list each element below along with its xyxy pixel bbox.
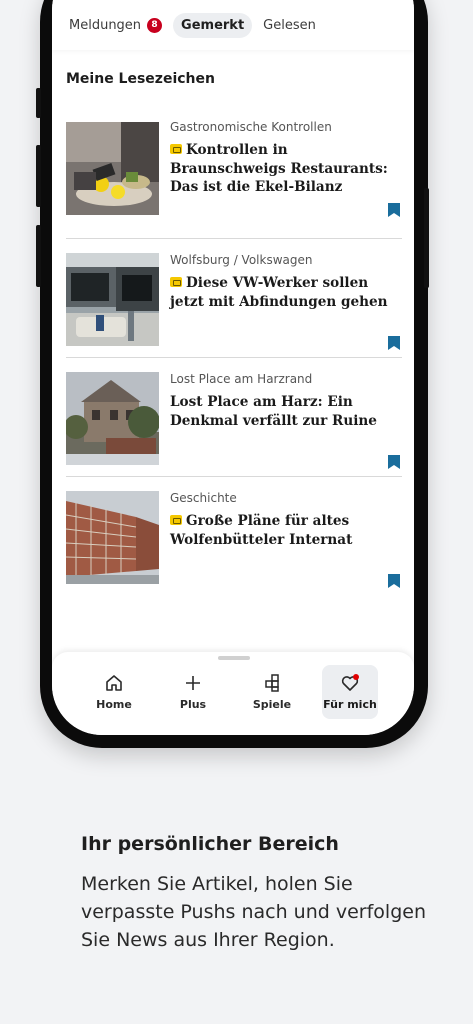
nav-label: Für mich — [323, 698, 377, 711]
bookmark-icon[interactable] — [388, 336, 400, 350]
article-headline: Lost Place am Harz: Ein Denkmal verfällt… — [170, 393, 398, 430]
heart-icon — [341, 674, 359, 691]
nav-label: Spiele — [252, 698, 292, 711]
tab-gelesen[interactable]: Gelesen — [258, 13, 321, 38]
article-kicker: Wolfsburg / Volkswagen — [170, 253, 313, 267]
bottom-navigation: Home Plus Spiele Für mich — [52, 652, 414, 735]
ruined-house-photo — [66, 372, 159, 465]
article-item[interactable]: Gastronomische Kontrollen Kontrollen in … — [66, 120, 402, 239]
section-title: Meine Lesezeichen — [66, 71, 215, 87]
volume-button — [36, 88, 41, 118]
nav-fuer-mich[interactable]: Für mich — [322, 665, 378, 719]
plus-icon — [186, 676, 200, 690]
restaurant-kitchen-photo — [66, 122, 159, 215]
tab-label: Meldungen — [69, 17, 142, 33]
article-kicker: Gastronomische Kontrollen — [170, 120, 332, 134]
tab-label: Gemerkt — [181, 17, 245, 33]
tab-meldungen[interactable]: Meldungen 8 — [64, 13, 167, 38]
bookmark-icon[interactable] — [388, 455, 400, 469]
article-kicker: Geschichte — [170, 491, 237, 505]
tab-bar: Meldungen 8 Gemerkt Gelesen — [52, 0, 414, 50]
nav-label: Home — [96, 698, 132, 711]
volume-up-button — [36, 145, 41, 207]
tab-gemerkt[interactable]: Gemerkt — [173, 12, 253, 38]
promo-description: Merken Sie Artikel, holen Sie verpasste … — [81, 873, 426, 951]
notification-badge: 8 — [147, 17, 163, 33]
plus-badge-icon — [170, 144, 182, 154]
plus-badge-icon — [170, 277, 182, 287]
bookmark-icon[interactable] — [388, 203, 400, 217]
article-item[interactable]: Lost Place am Harzrand Lost Place am Har… — [66, 358, 402, 477]
headline-text: Große Pläne für altes Wolfenbütteler Int… — [170, 513, 353, 548]
article-headline: Große Pläne für altes Wolfenbütteler Int… — [170, 512, 398, 549]
headline-text: Kontrollen in Braunschweigs Restaurants:… — [170, 142, 388, 195]
scaffolded-building-photo — [66, 491, 159, 584]
volume-down-button — [36, 225, 41, 287]
headline-text: Lost Place am Harz: Ein Denkmal verfällt… — [170, 394, 377, 429]
headline-text: Diese VW-Werker sollen jetzt mit Abfindu… — [170, 275, 388, 310]
phone-screen: Meldungen 8 Gemerkt Gelesen Meine Leseze… — [52, 0, 414, 735]
bookmark-list: Gastronomische Kontrollen Kontrollen in … — [66, 120, 402, 596]
bookmark-icon[interactable] — [388, 574, 400, 588]
nav-plus[interactable]: Plus — [165, 665, 221, 719]
car-factory-photo — [66, 253, 159, 346]
tab-label: Gelesen — [263, 17, 316, 33]
nav-spiele[interactable]: Spiele — [244, 665, 300, 719]
promo-title: Ihr persönlicher Bereich — [81, 833, 339, 855]
puzzle-icon — [265, 674, 279, 692]
article-headline: Kontrollen in Braunschweigs Restaurants:… — [170, 141, 398, 197]
article-item[interactable]: Wolfsburg / Volkswagen Diese VW-Werker s… — [66, 239, 402, 358]
article-item[interactable]: Geschichte Große Pläne für altes Wolfenb… — [66, 477, 402, 596]
nav-home[interactable]: Home — [86, 665, 142, 719]
power-button — [424, 188, 429, 288]
plus-badge-icon — [170, 515, 182, 525]
article-headline: Diese VW-Werker sollen jetzt mit Abfindu… — [170, 274, 398, 311]
article-kicker: Lost Place am Harzrand — [170, 372, 313, 386]
nav-label: Plus — [179, 698, 207, 711]
home-icon — [106, 675, 122, 691]
drag-handle[interactable] — [218, 656, 250, 660]
